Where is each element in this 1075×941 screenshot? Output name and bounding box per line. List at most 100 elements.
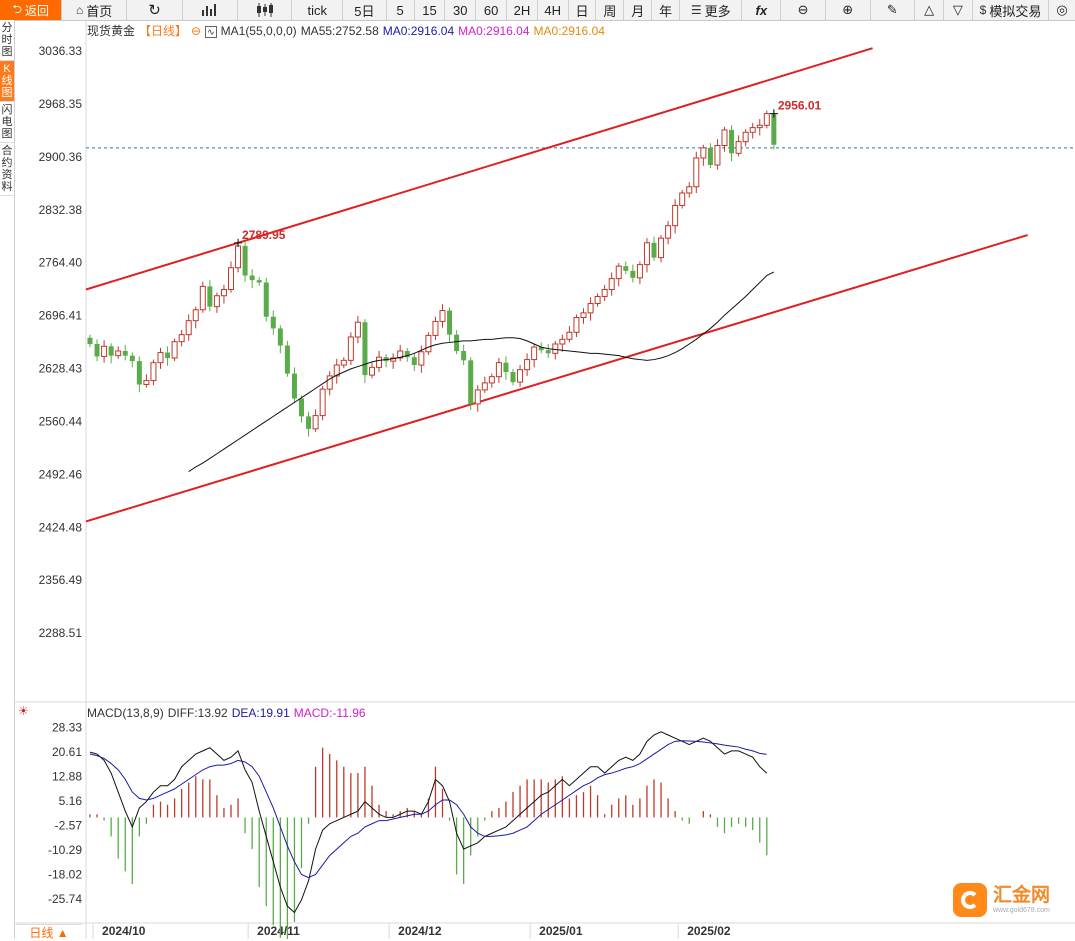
period-30[interactable]: 30: [445, 0, 477, 20]
period-2h[interactable]: 2H: [507, 0, 538, 20]
x-tick-label: 2025/01: [539, 924, 583, 938]
ma-indicator-icon: ∿: [205, 26, 217, 38]
refresh-button[interactable]: ↻: [127, 0, 184, 20]
candle-body: [143, 380, 150, 385]
settings-button[interactable]: ◎: [1049, 0, 1075, 20]
instrument-name: 现货黄金: [87, 24, 136, 38]
trend-upper-line: [85, 47, 873, 291]
tab-kline[interactable]: K线图: [0, 61, 14, 102]
candle-body: [150, 362, 157, 382]
candle-body: [495, 362, 502, 378]
candle-body: [213, 295, 220, 308]
refresh-icon: ↻: [148, 2, 161, 19]
y-tick-label: 2832.38: [39, 203, 83, 217]
period-select-button[interactable]: 日线 ▲: [16, 924, 82, 940]
candle-body: [376, 356, 383, 368]
candle-body: [270, 316, 276, 329]
candle-body: [643, 242, 650, 266]
zoom-out-icon: ⊖: [797, 2, 809, 17]
candle-body: [756, 124, 763, 129]
period-4h[interactable]: 4H: [538, 0, 569, 20]
logo-url: www.gold678.com: [993, 907, 1050, 914]
tick-button[interactable]: tick: [292, 0, 344, 20]
candle-body: [122, 351, 128, 356]
candle-body: [397, 350, 404, 359]
kline-chart[interactable]: 3036.33 2968.35 2900.36 2832.38 2764.40 2696.…: [0, 0, 1075, 939]
home-button[interactable]: ⌂ 首页: [62, 0, 127, 20]
ma55-value: MA55:2752.58: [300, 24, 379, 38]
back-button[interactable]: ⮌ 返回: [0, 0, 63, 20]
candle-body: [108, 346, 114, 356]
period-15[interactable]: 15: [415, 0, 446, 20]
collapse-icon[interactable]: ⊖: [191, 24, 201, 38]
candle-body: [580, 312, 587, 319]
period-year[interactable]: 年: [652, 0, 680, 20]
chart-header: 现货黄金 【日线】 ⊖ ∿ MA1(55,0,0,0) MA55:2752.58 MA0:2…: [87, 22, 609, 39]
tab-timeshare[interactable]: 分时图: [0, 20, 14, 61]
candle-body: [340, 359, 347, 366]
formula-button[interactable]: fx: [742, 0, 782, 20]
candle-body: [425, 334, 432, 353]
sim-trade-button[interactable]: $ 模拟交易: [973, 0, 1050, 20]
draw-button[interactable]: ✎: [871, 0, 916, 20]
macd-y-tick-label: 5.16: [59, 794, 83, 808]
candle-body: [531, 346, 538, 361]
candle-body: [488, 376, 495, 384]
period-day[interactable]: 日: [569, 0, 597, 20]
macd-y-tick-label: -18.02: [48, 868, 82, 882]
candle-body: [481, 382, 488, 391]
raise-button[interactable]: △: [915, 0, 944, 20]
zoom-in-button[interactable]: ⊕: [826, 0, 871, 20]
back-arrow-icon: ⮌: [12, 1, 22, 16]
period-week[interactable]: 周: [596, 0, 625, 20]
logo-name: 汇金网: [993, 885, 1051, 906]
candle-body: [347, 336, 354, 361]
tab-contract[interactable]: 合约资料: [0, 143, 14, 196]
period-60[interactable]: 60: [476, 0, 507, 20]
top-toolbar: ⮌ 返回 ⌂ 首页 ↻ tick 5日 5 15 30 60 2H 4H 日 周 月…: [0, 0, 1075, 21]
candlestick-button[interactable]: [238, 0, 293, 20]
candle-body: [742, 131, 749, 143]
ma55-line: [188, 271, 775, 473]
x-tick-label: 2025/02: [687, 924, 731, 938]
candle-body: [404, 351, 410, 358]
candle-body: [771, 113, 777, 145]
macd-dea: DEA:19.91: [231, 706, 290, 720]
peak-label: 2789.95: [242, 228, 286, 242]
indicator-settings-icon[interactable]: ☀: [18, 704, 29, 718]
candle-body: [319, 388, 326, 417]
candle-body: [101, 345, 108, 357]
candle-body: [171, 341, 178, 359]
candle-body: [192, 309, 199, 322]
candle-body: [665, 225, 672, 239]
candle-body: [333, 364, 340, 377]
period-month[interactable]: 月: [624, 0, 653, 20]
macd-y-tick-label: 20.61: [52, 745, 82, 759]
candle-body: [679, 192, 686, 206]
macd-y-tick-label: 28.33: [52, 721, 82, 735]
zoom-out-button[interactable]: ⊖: [781, 0, 826, 20]
y-tick-label: 2628.43: [39, 362, 83, 376]
candle-body: [763, 113, 770, 126]
candle-body: [94, 343, 100, 357]
bar-chart-button[interactable]: [183, 0, 238, 20]
y-tick-label: 2900.36: [39, 150, 83, 164]
candle-body: [454, 334, 460, 351]
candle-body: [411, 357, 417, 366]
period-5[interactable]: 5: [387, 0, 415, 20]
candle-body: [700, 147, 707, 159]
candle-body: [735, 141, 742, 154]
candle-body: [714, 145, 721, 166]
candle-body: [636, 264, 643, 279]
tab-flash[interactable]: 闪电图: [0, 102, 14, 143]
period-5d[interactable]: 5日: [343, 0, 387, 20]
candle-body: [461, 351, 467, 361]
candle-body: [383, 357, 389, 362]
candle-body: [658, 237, 665, 259]
candle-body: [538, 347, 544, 351]
more-button[interactable]: ☰ 更多: [680, 0, 743, 20]
candle-body: [306, 416, 312, 429]
candle-body: [545, 350, 551, 354]
trend-lower-line: [85, 234, 1028, 523]
lower-button[interactable]: ▽: [944, 0, 973, 20]
